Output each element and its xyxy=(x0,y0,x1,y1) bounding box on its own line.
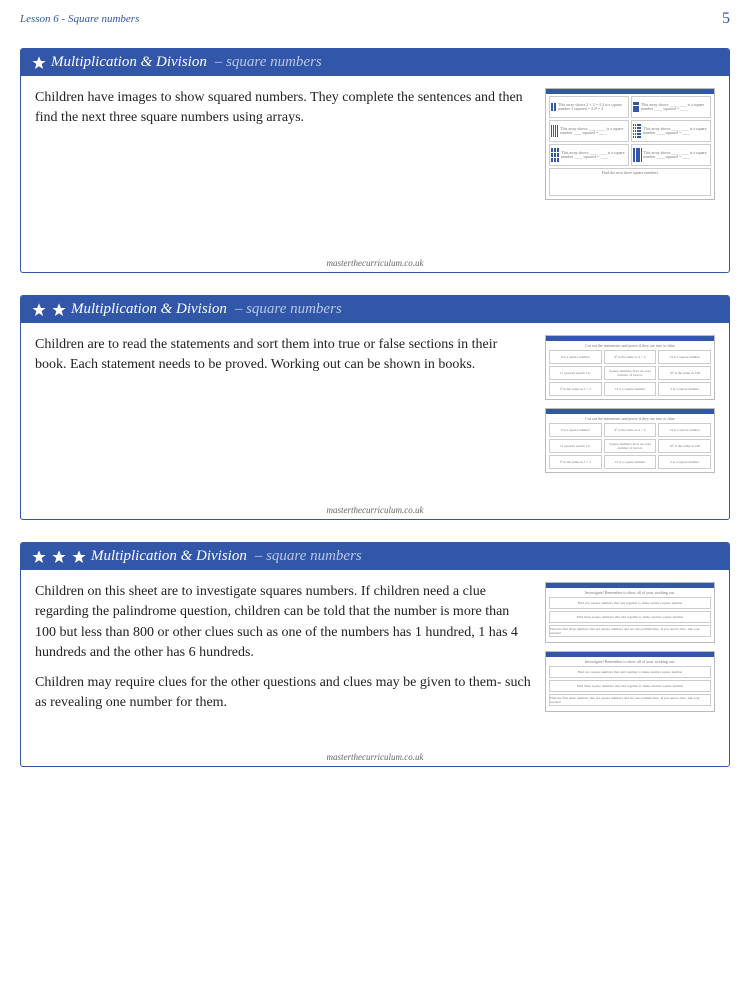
card-text: Children are to read the statements and … xyxy=(35,335,531,497)
difficulty-card-1: Multiplication & Division – square numbe… xyxy=(20,48,730,273)
footer-url: masterthecurriculum.co.uk xyxy=(21,503,729,519)
card-title-prefix: Multiplication & Division xyxy=(51,54,207,71)
footer-url: masterthecurriculum.co.uk xyxy=(21,750,729,766)
worksheet-thumbnails: Investigate! Remember to show all of you… xyxy=(545,582,715,744)
card-title-prefix: Multiplication & Division xyxy=(71,301,227,318)
page-header: Lesson 6 - Square numbers 5 xyxy=(20,10,730,28)
star-icon xyxy=(71,549,87,565)
star-icon xyxy=(51,549,67,565)
card-title-prefix: Multiplication & Division xyxy=(91,548,247,565)
worksheet-thumbnail: Investigate! Remember to show all of you… xyxy=(545,651,715,712)
worksheet-thumbnail: This array shows 2 × 2 = 4 4 is a square… xyxy=(545,88,715,200)
star-icon xyxy=(31,549,47,565)
card-header: Multiplication & Division – square numbe… xyxy=(21,543,729,570)
card-text: Children have images to show squared num… xyxy=(35,88,531,250)
difficulty-card-2: Multiplication & Division – square numbe… xyxy=(20,295,730,520)
footer-url: masterthecurriculum.co.uk xyxy=(21,256,729,272)
card-text: Children on this sheet are to investigat… xyxy=(35,582,531,744)
lesson-title: Lesson 6 - Square numbers xyxy=(20,13,139,25)
difficulty-card-3: Multiplication & Division – square numbe… xyxy=(20,542,730,767)
worksheet-thumbnail: Cut out the statements and prove if they… xyxy=(545,335,715,400)
card-title-suffix: – square numbers xyxy=(235,301,342,318)
card-header: Multiplication & Division – square numbe… xyxy=(21,49,729,76)
worksheet-thumbnail: Cut out the statements and prove if they… xyxy=(545,408,715,473)
card-header: Multiplication & Division – square numbe… xyxy=(21,296,729,323)
star-icon xyxy=(51,302,67,318)
worksheet-thumbnails: Cut out the statements and prove if they… xyxy=(545,335,715,497)
star-icon xyxy=(31,55,47,71)
page-number: 5 xyxy=(722,10,730,28)
star-icon xyxy=(31,302,47,318)
card-title-suffix: – square numbers xyxy=(215,54,322,71)
worksheet-thumbnail: Investigate! Remember to show all of you… xyxy=(545,582,715,643)
card-title-suffix: – square numbers xyxy=(255,548,362,565)
worksheet-thumbnails: This array shows 2 × 2 = 4 4 is a square… xyxy=(545,88,715,250)
